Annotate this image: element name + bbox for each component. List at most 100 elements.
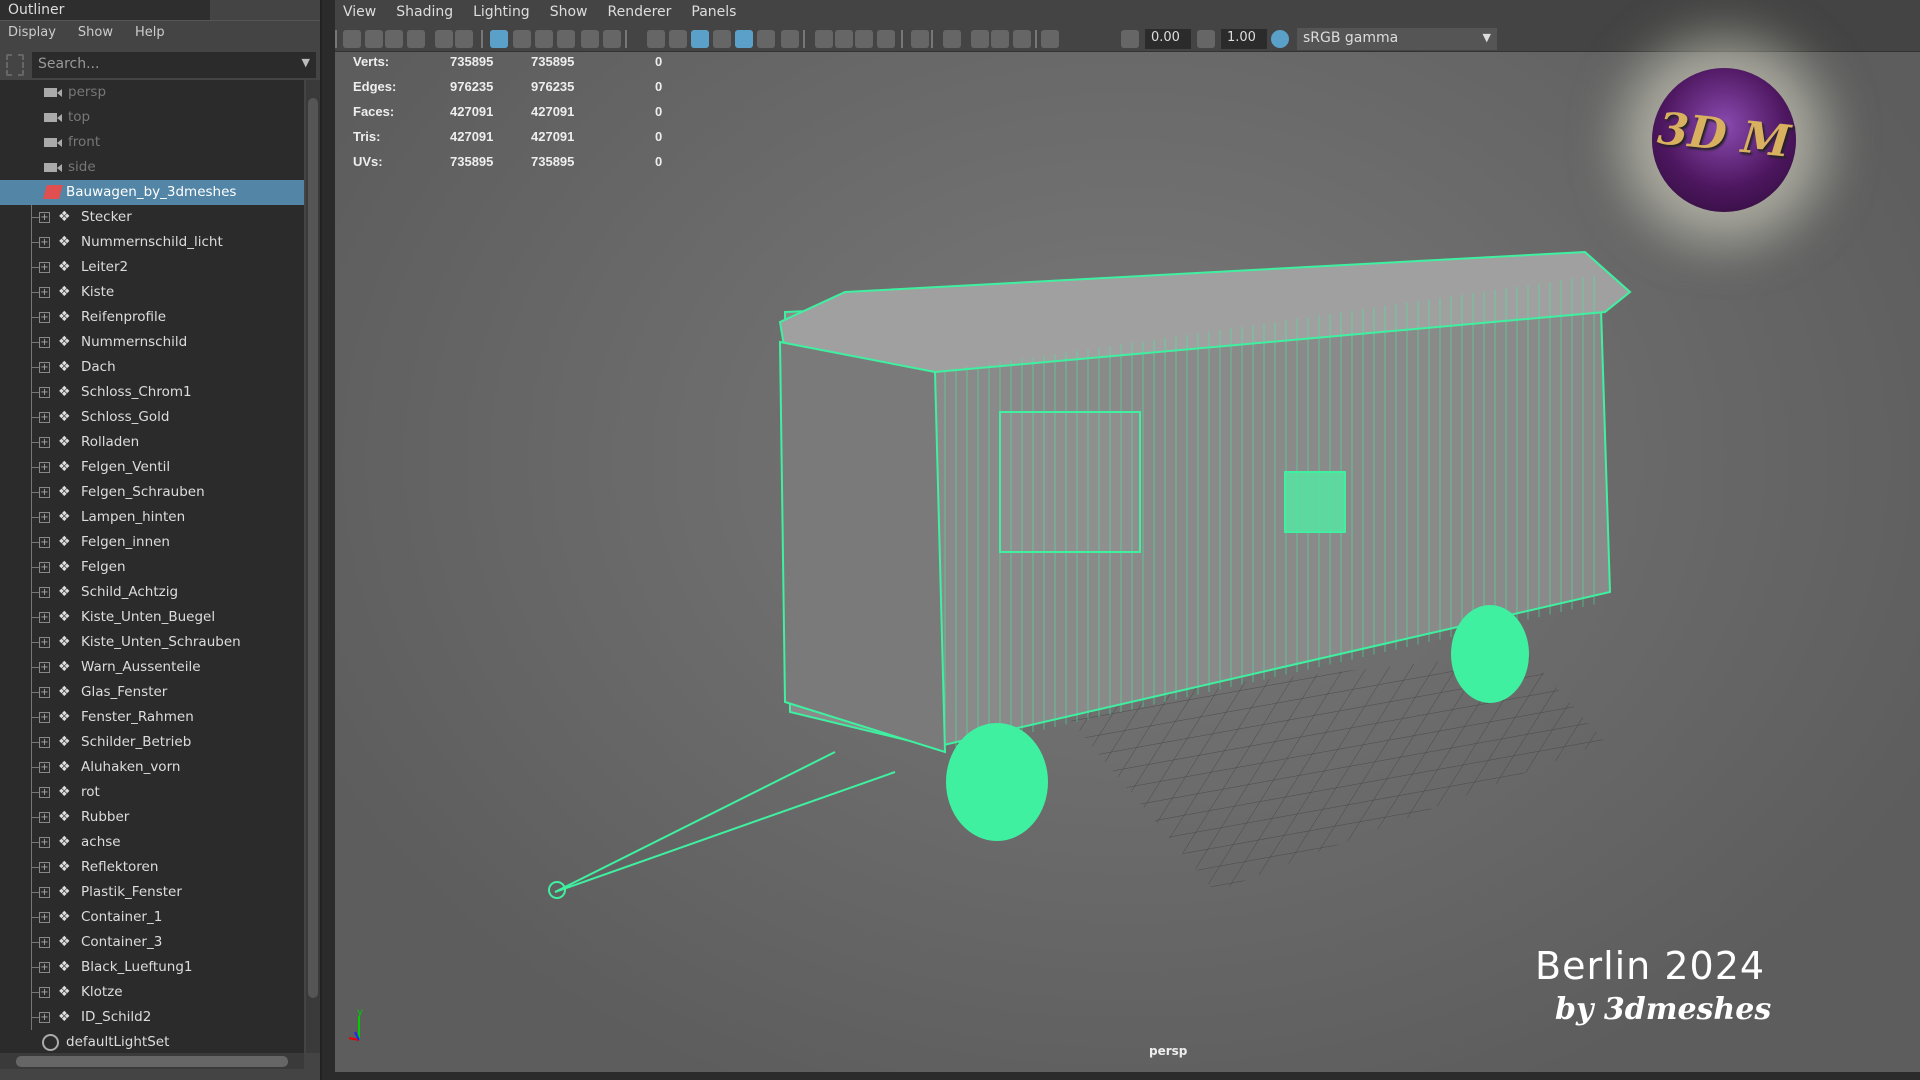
toolbar-button-icon[interactable] <box>490 30 508 48</box>
toolbar-button-icon[interactable] <box>781 30 799 48</box>
toolbar-button-icon[interactable] <box>365 30 383 48</box>
menu-show[interactable]: Show <box>550 4 588 22</box>
search-input[interactable]: Search... ▼ <box>32 52 316 78</box>
expand-icon[interactable]: + <box>39 562 50 573</box>
toolbar-button-icon[interactable] <box>911 30 929 48</box>
toolbar-button-icon[interactable] <box>1041 30 1059 48</box>
menu-renderer[interactable]: Renderer <box>607 4 671 22</box>
outliner-item[interactable]: + ❖ Glas_Fenster <box>0 680 304 705</box>
expand-icon[interactable]: + <box>39 662 50 673</box>
expand-icon[interactable]: + <box>39 512 50 523</box>
exposure-field[interactable]: 0.00 <box>1145 29 1191 49</box>
toolbar-button-icon[interactable] <box>513 30 531 48</box>
chevron-down-icon[interactable]: ▼ <box>302 56 310 69</box>
toolbar-button-icon[interactable] <box>669 30 687 48</box>
outliner-item[interactable]: + ❖ Reflektoren <box>0 855 304 880</box>
toolbar-button-icon[interactable] <box>343 30 361 48</box>
outliner-item[interactable]: + ❖ Aluhaken_vorn <box>0 755 304 780</box>
toolbar-button-icon[interactable] <box>713 30 731 48</box>
horizontal-scrollbar[interactable] <box>0 1053 304 1069</box>
expand-icon[interactable]: + <box>39 262 50 273</box>
expand-icon[interactable]: + <box>39 987 50 998</box>
expand-icon[interactable]: + <box>39 862 50 873</box>
expand-icon[interactable]: + <box>39 1012 50 1023</box>
expand-icon[interactable]: + <box>39 362 50 373</box>
expand-icon[interactable]: + <box>39 637 50 648</box>
toolbar-button-icon[interactable] <box>943 30 961 48</box>
outliner-item[interactable]: + ❖ Schloss_Chrom1 <box>0 380 304 405</box>
toolbar-button-icon[interactable] <box>435 30 453 48</box>
expand-icon[interactable]: + <box>39 762 50 773</box>
outliner-item[interactable]: + ❖ Leiter2 <box>0 255 304 280</box>
outliner-item[interactable]: + ❖ Rubber <box>0 805 304 830</box>
outliner-item[interactable]: + ❖ Schilder_Betrieb <box>0 730 304 755</box>
outliner-item[interactable]: + ❖ Black_Lueftung1 <box>0 955 304 980</box>
toolbar-button-icon[interactable] <box>757 30 775 48</box>
expand-icon[interactable]: + <box>39 237 50 248</box>
expand-icon[interactable]: + <box>39 437 50 448</box>
gamma-field[interactable]: 1.00 <box>1221 29 1267 49</box>
expand-icon[interactable]: + <box>39 937 50 948</box>
color-management-icon[interactable] <box>1271 30 1289 48</box>
outliner-item[interactable]: + ❖ Stecker <box>0 205 304 230</box>
toolbar-button-icon[interactable] <box>535 30 553 48</box>
outliner-item[interactable]: + ❖ Nummernschild_licht <box>0 230 304 255</box>
toolbar-button-icon[interactable] <box>877 30 895 48</box>
toolbar-button-icon[interactable] <box>1121 30 1139 48</box>
toolbar-button-icon[interactable] <box>557 30 575 48</box>
outliner-item[interactable]: + ❖ Kiste_Unten_Schrauben <box>0 630 304 655</box>
outliner-item[interactable]: + ❖ Reifenprofile <box>0 305 304 330</box>
outliner-item-camera[interactable]: top <box>0 105 304 130</box>
outliner-item-camera[interactable]: front <box>0 130 304 155</box>
outliner-item[interactable]: + ❖ Kiste_Unten_Buegel <box>0 605 304 630</box>
toolbar-button-icon[interactable] <box>991 30 1009 48</box>
outliner-item[interactable]: + ❖ Klotze <box>0 980 304 1005</box>
expand-icon[interactable]: + <box>39 587 50 598</box>
toolbar-button-icon[interactable] <box>691 30 709 48</box>
toolbar-button-icon[interactable] <box>455 30 473 48</box>
expand-icon[interactable]: + <box>39 462 50 473</box>
outliner-item[interactable]: + ❖ Felgen_Schrauben <box>0 480 304 505</box>
expand-icon[interactable]: + <box>39 312 50 323</box>
outliner-item[interactable]: + ❖ Schloss_Gold <box>0 405 304 430</box>
outliner-item[interactable]: + ❖ Felgen_innen <box>0 530 304 555</box>
scroll-thumb[interactable] <box>16 1056 288 1067</box>
3d-viewport[interactable]: Verts: 735895 735895 0 Edges: 976235 976235 0 Fa… <box>335 52 1920 1072</box>
scroll-thumb[interactable] <box>308 98 318 998</box>
outliner-item[interactable]: + ❖ ID_Schild2 <box>0 1005 304 1030</box>
toolbar-button-icon[interactable] <box>603 30 621 48</box>
toolbar-button-icon[interactable] <box>1197 30 1215 48</box>
expand-icon[interactable]: + <box>39 787 50 798</box>
expand-icon[interactable]: + <box>39 612 50 623</box>
expand-icon[interactable]: + <box>39 537 50 548</box>
expand-icon[interactable]: + <box>39 962 50 973</box>
outliner-item-lightset[interactable]: defaultLightSet <box>0 1030 304 1053</box>
toolbar-button-icon[interactable] <box>1013 30 1031 48</box>
expand-icon[interactable]: + <box>39 387 50 398</box>
vertical-scrollbar[interactable] <box>306 80 320 1053</box>
menu-help[interactable]: Help <box>135 25 165 42</box>
toolbar-button-icon[interactable] <box>647 30 665 48</box>
outliner-item[interactable]: + ❖ Kiste <box>0 280 304 305</box>
expand-icon[interactable]: + <box>39 487 50 498</box>
expand-icon[interactable]: + <box>39 687 50 698</box>
expand-icon[interactable]: + <box>39 812 50 823</box>
toolbar-button-icon[interactable] <box>815 30 833 48</box>
outliner-item-root[interactable]: Bauwagen_by_3dmeshes <box>0 180 304 205</box>
toolbar-button-icon[interactable] <box>735 30 753 48</box>
expand-icon[interactable]: + <box>39 212 50 223</box>
chevron-down-icon[interactable]: ▼ <box>1483 31 1491 44</box>
expand-icon[interactable]: + <box>39 337 50 348</box>
outliner-item[interactable]: + ❖ Plastik_Fenster <box>0 880 304 905</box>
menu-shading[interactable]: Shading <box>396 4 453 22</box>
toolbar-button-icon[interactable] <box>385 30 403 48</box>
outliner-item[interactable]: + ❖ Dach <box>0 355 304 380</box>
outliner-item[interactable]: + ❖ achse <box>0 830 304 855</box>
toolbar-button-icon[interactable] <box>971 30 989 48</box>
expand-icon[interactable]: + <box>39 737 50 748</box>
outliner-item[interactable]: + ❖ Warn_Aussenteile <box>0 655 304 680</box>
expand-icon[interactable]: + <box>39 912 50 923</box>
outliner-item[interactable]: + ❖ Container_1 <box>0 905 304 930</box>
outliner-item[interactable]: + ❖ Felgen_Ventil <box>0 455 304 480</box>
expand-icon[interactable]: + <box>39 712 50 723</box>
